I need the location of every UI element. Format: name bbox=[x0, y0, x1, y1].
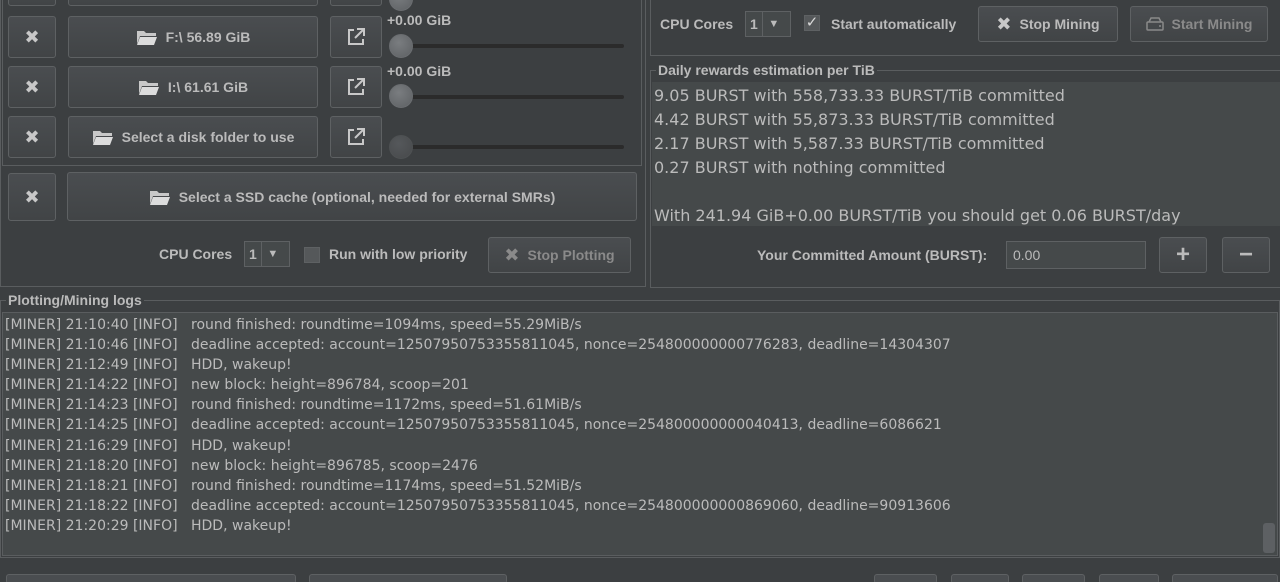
increase-commitment-button[interactable]: + bbox=[1159, 237, 1207, 273]
plus-icon: + bbox=[1175, 241, 1190, 268]
log-message: HDD, wakeup! bbox=[191, 437, 292, 454]
bottom-button[interactable] bbox=[1099, 574, 1159, 582]
log-message: deadline accepted: account=1250795075335… bbox=[191, 497, 951, 514]
decrease-commitment-button[interactable]: − bbox=[1222, 237, 1270, 273]
rewards-text-area: 9.05 BURST with 558,733.33 BURST/TiB com… bbox=[652, 82, 1280, 226]
log-prefix: [MINER] 21:10:46 [INFO] bbox=[5, 337, 178, 354]
chevron-down-icon: ▼ bbox=[768, 18, 780, 30]
log-row: [MINER] 21:18:21 [INFO] round finished: r… bbox=[5, 476, 1277, 496]
log-prefix: [MINER] 21:18:20 [INFO] bbox=[5, 457, 178, 474]
log-row: [MINER] 21:12:49 [INFO] HDD, wakeup! bbox=[5, 355, 1277, 375]
log-row: [MINER] 21:14:22 [INFO] new block: height… bbox=[5, 375, 1277, 395]
log-prefix: [MINER] 21:14:22 [INFO] bbox=[5, 377, 178, 394]
hard-drive-icon bbox=[1145, 17, 1164, 31]
log-row: [MINER] 21:18:22 [INFO] deadline accepted… bbox=[5, 496, 1277, 516]
log-prefix: [MINER] 21:16:29 [INFO] bbox=[5, 437, 178, 454]
committed-amount-label: Your Committed Amount (BURST): bbox=[757, 247, 988, 263]
start-mining-label: Start Mining bbox=[1171, 16, 1253, 32]
log-message: deadline accepted: account=1250795075335… bbox=[191, 417, 942, 434]
minus-icon: − bbox=[1238, 241, 1253, 268]
rewards-line: With 241.94 GiB+0.00 BURST/TiB you shoul… bbox=[654, 206, 1181, 225]
log-message: new block: height=896784, scoop=201 bbox=[191, 377, 469, 394]
mine-cpu-cores-value: 1 bbox=[746, 12, 763, 36]
log-row: [MINER] 21:10:46 [INFO] deadline accepted… bbox=[5, 335, 1277, 355]
log-prefix: [MINER] 21:10:40 [INFO] bbox=[5, 317, 178, 333]
log-message: new block: height=896785, scoop=2476 bbox=[191, 457, 478, 474]
logs-text-area[interactable]: [MINER] 21:10:40 [INFO] round finished: r… bbox=[2, 312, 1278, 556]
rewards-line: 0.27 BURST with nothing committed bbox=[654, 158, 946, 177]
log-row: [MINER] 21:14:23 [INFO] round finished: r… bbox=[5, 395, 1277, 415]
mine-cpu-cores-select[interactable]: 1 ▼ bbox=[745, 11, 791, 37]
log-message: deadline accepted: account=1250795075335… bbox=[191, 337, 951, 354]
logs-title: Plotting/Mining logs bbox=[6, 292, 144, 308]
log-message: round finished: roundtime=1174ms, speed=… bbox=[191, 477, 582, 494]
log-row: [MINER] 21:16:29 [INFO] HDD, wakeup! bbox=[5, 436, 1277, 456]
bottom-button[interactable] bbox=[1172, 574, 1278, 582]
log-message: round finished: roundtime=1172ms, speed=… bbox=[191, 397, 582, 414]
log-message: round finished: roundtime=1094ms, speed=… bbox=[191, 317, 582, 333]
plotting-panel-border bbox=[0, 0, 646, 287]
log-prefix: [MINER] 21:18:22 [INFO] bbox=[5, 497, 178, 514]
log-row: [MINER] 21:10:40 [INFO] round finished: r… bbox=[5, 315, 1277, 335]
bottom-button[interactable] bbox=[874, 574, 937, 582]
log-message: HDD, wakeup! bbox=[191, 517, 292, 534]
log-row: [MINER] 21:20:29 [INFO] HDD, wakeup! bbox=[5, 516, 1277, 536]
log-row: [MINER] 21:18:20 [INFO] new block: height… bbox=[5, 456, 1277, 476]
rewards-line bbox=[654, 180, 1280, 204]
stop-mining-button[interactable]: ✖ Stop Mining bbox=[978, 6, 1118, 42]
bottom-button[interactable] bbox=[1022, 574, 1085, 582]
mine-cpu-cores-label: CPU Cores bbox=[660, 16, 734, 32]
close-icon: ✖ bbox=[996, 13, 1012, 34]
start-mining-button[interactable]: Start Mining bbox=[1130, 6, 1268, 42]
log-prefix: [MINER] 21:14:23 [INFO] bbox=[5, 397, 178, 414]
checkmark-icon: ✓ bbox=[805, 14, 819, 31]
rewards-line: 9.05 BURST with 558,733.33 BURST/TiB com… bbox=[654, 86, 1065, 105]
bottom-button[interactable] bbox=[6, 574, 296, 582]
log-prefix: [MINER] 21:18:21 [INFO] bbox=[5, 477, 178, 494]
rewards-line: 4.42 BURST with 55,873.33 BURST/TiB comm… bbox=[654, 110, 1055, 129]
bottom-button[interactable] bbox=[951, 574, 1009, 582]
log-row: [MINER] 21:14:25 [INFO] deadline accepted… bbox=[5, 415, 1277, 435]
logs-scrollbar[interactable] bbox=[1263, 523, 1275, 553]
log-prefix: [MINER] 21:20:29 [INFO] bbox=[5, 517, 178, 534]
start-automatically-label: Start automatically bbox=[831, 16, 957, 32]
committed-amount-input[interactable] bbox=[1006, 241, 1146, 269]
stop-mining-label: Stop Mining bbox=[1019, 16, 1100, 32]
log-prefix: [MINER] 21:12:49 [INFO] bbox=[5, 357, 178, 374]
start-automatically-checkbox[interactable]: ✓ bbox=[804, 15, 820, 31]
rewards-title: Daily rewards estimation per TiB bbox=[656, 62, 877, 78]
bottom-button[interactable] bbox=[309, 574, 507, 582]
rewards-line: 2.17 BURST with 5,587.33 BURST/TiB commi… bbox=[654, 134, 1045, 153]
log-prefix: [MINER] 21:14:25 [INFO] bbox=[5, 417, 178, 434]
log-message: HDD, wakeup! bbox=[191, 357, 292, 374]
